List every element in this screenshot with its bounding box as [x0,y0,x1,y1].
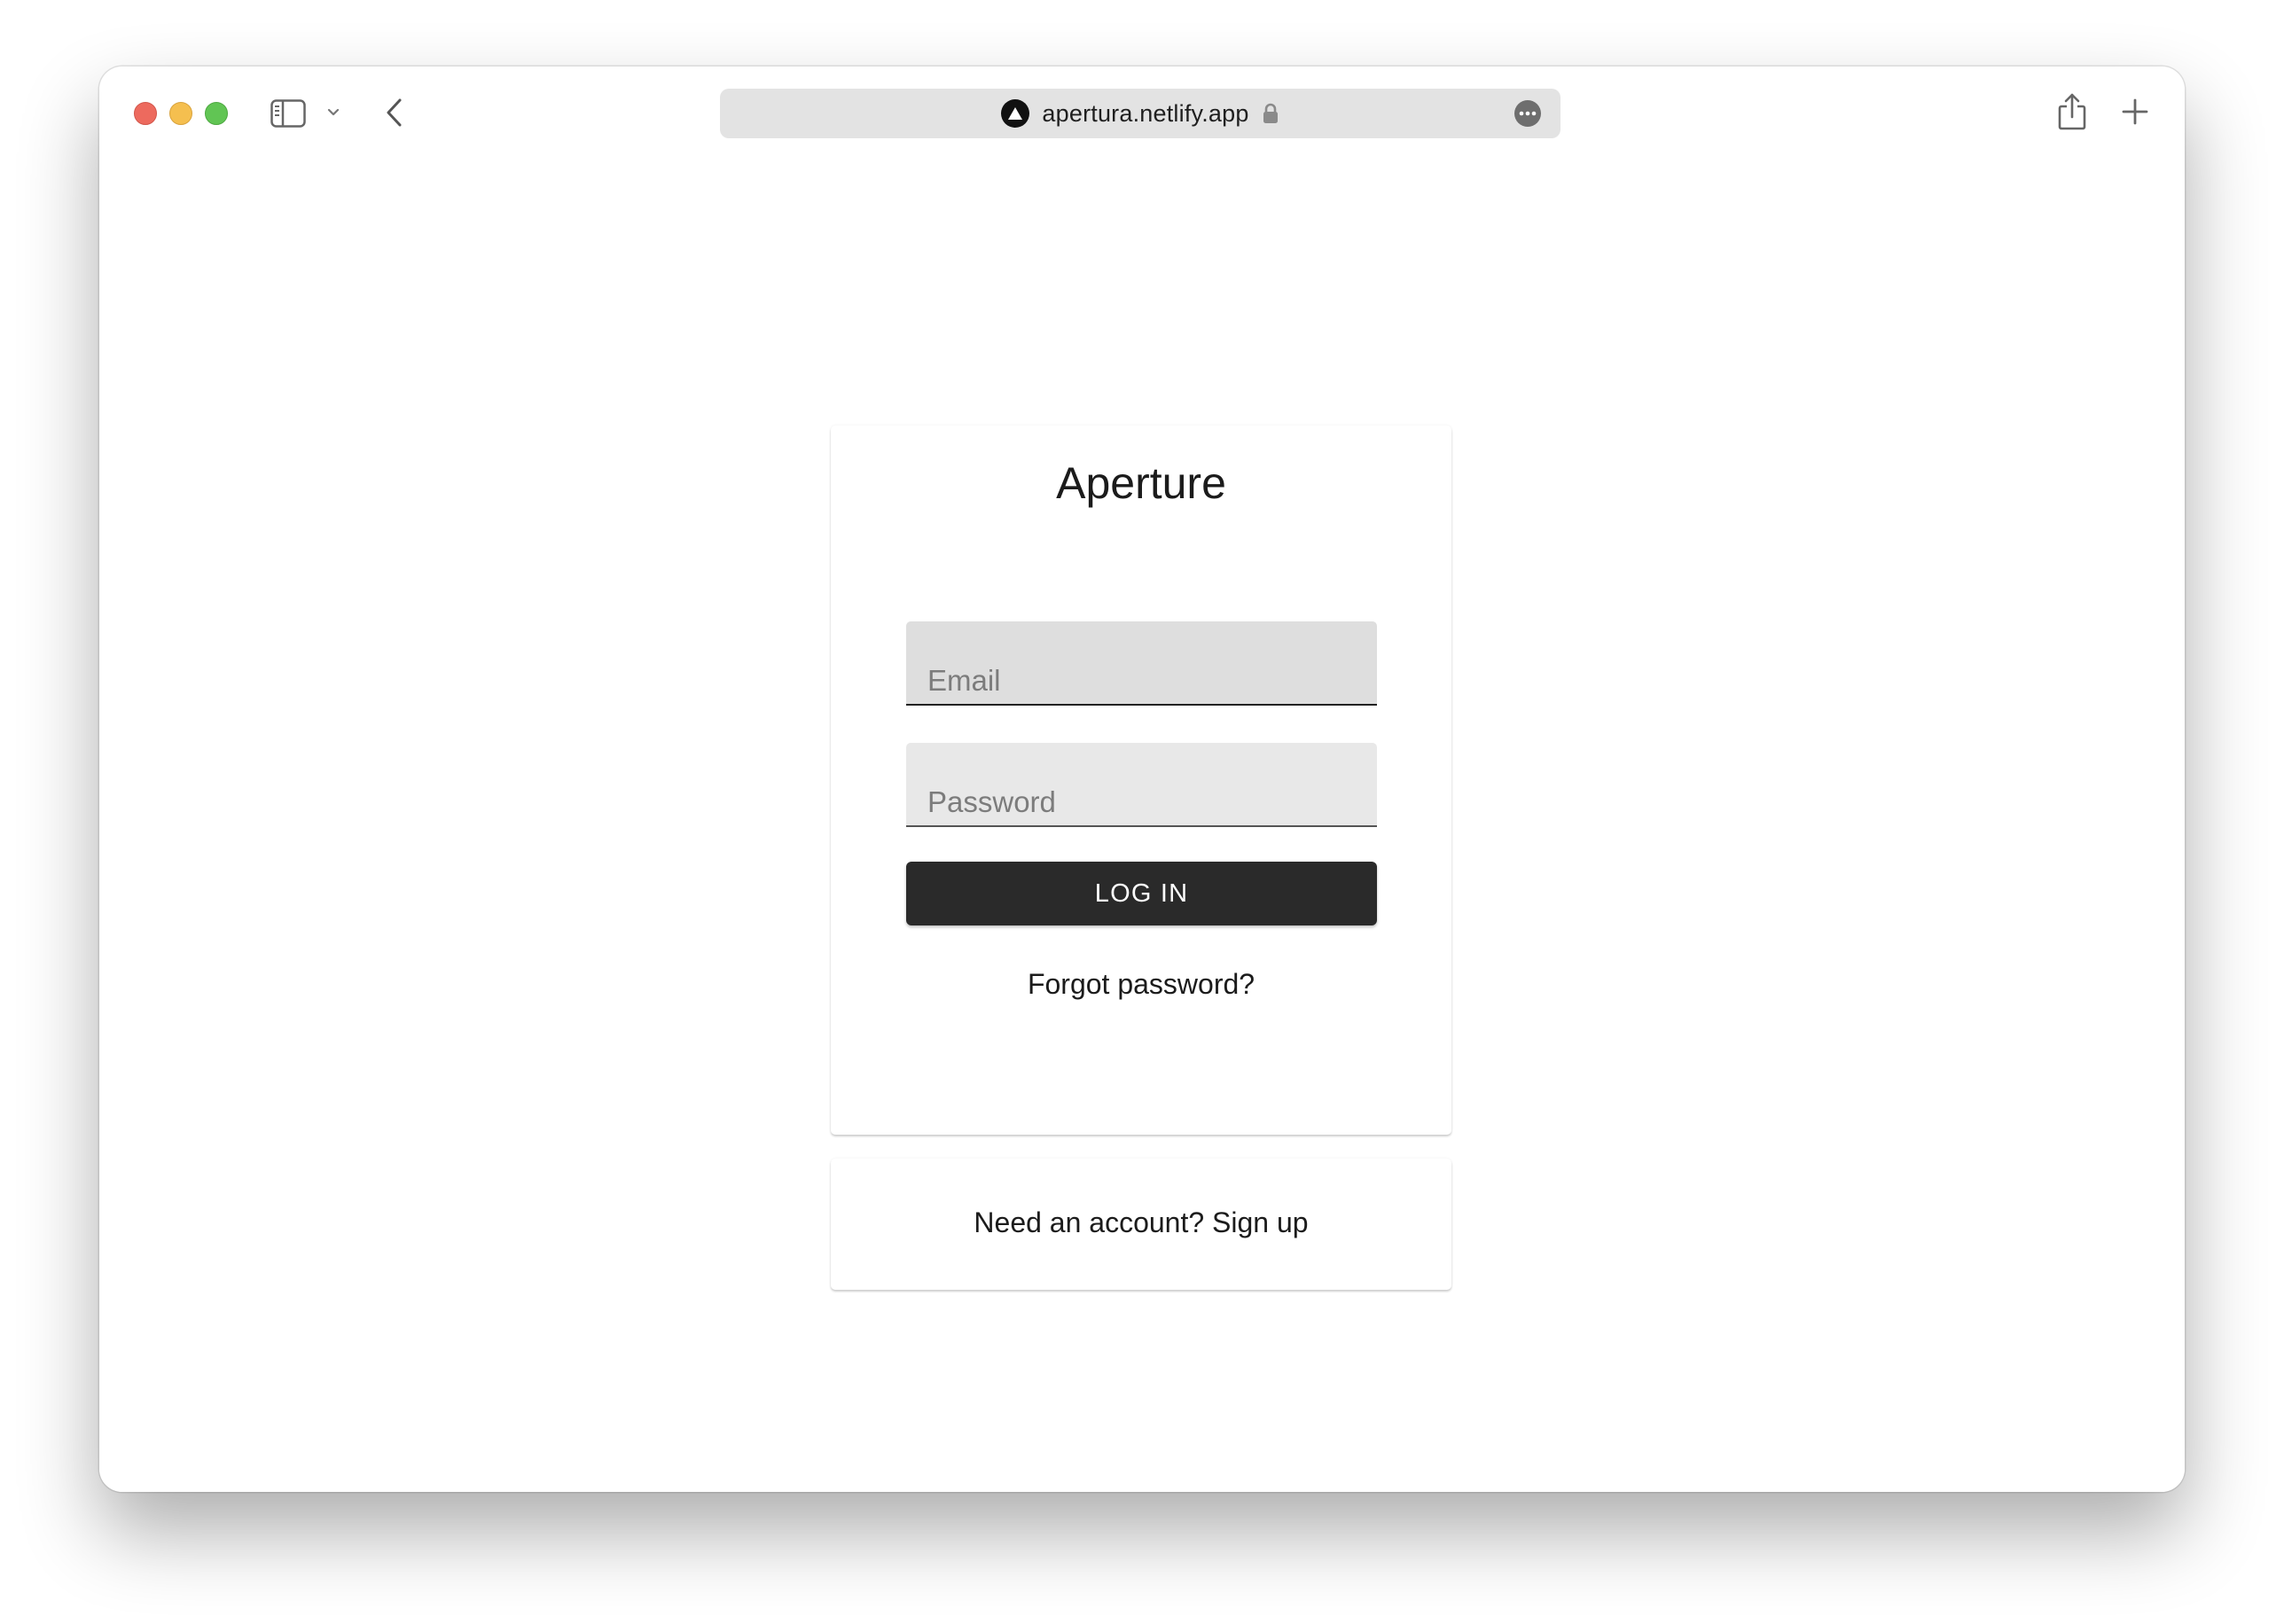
more-icon[interactable] [1514,100,1541,127]
sidebar-icon[interactable] [270,98,306,129]
chevron-down-icon[interactable] [325,104,342,121]
forgot-password-link[interactable]: Forgot password? [831,968,1451,1001]
password-input[interactable] [906,743,1377,825]
chevron-left-icon[interactable] [381,95,408,130]
address-bar[interactable]: apertura.netlify.app [720,89,1560,138]
plus-icon[interactable] [2119,96,2151,128]
window-minimize-icon[interactable] [169,102,192,125]
password-field[interactable] [906,743,1377,827]
share-icon[interactable] [2054,90,2090,134]
browser-window: apertura.netlify.app Aperture Email LOG … [99,66,2185,1492]
window-maximize-icon[interactable] [205,102,228,125]
login-card: Aperture LOG IN Forgot password? [831,426,1451,1135]
browser-toolbar: apertura.netlify.app [99,66,2185,160]
lock-icon [1262,102,1279,125]
triangle-logo-icon [1001,99,1030,128]
page-content: Aperture LOG IN Forgot password? Need an… [99,160,2185,1492]
screenshot-stage: apertura.netlify.app Aperture Email LOG … [0,0,2284,1624]
email-field[interactable] [906,621,1377,706]
window-close-icon[interactable] [134,102,157,125]
address-bar-content: apertura.netlify.app [720,89,1560,138]
signup-link[interactable]: Need an account? Sign up [831,1206,1451,1239]
url-text: apertura.netlify.app [1042,99,1249,127]
email-input[interactable] [906,621,1377,704]
login-button[interactable]: LOG IN [906,862,1377,925]
app-title: Aperture [1056,458,1226,508]
signup-card: Need an account? Sign up [831,1159,1451,1290]
